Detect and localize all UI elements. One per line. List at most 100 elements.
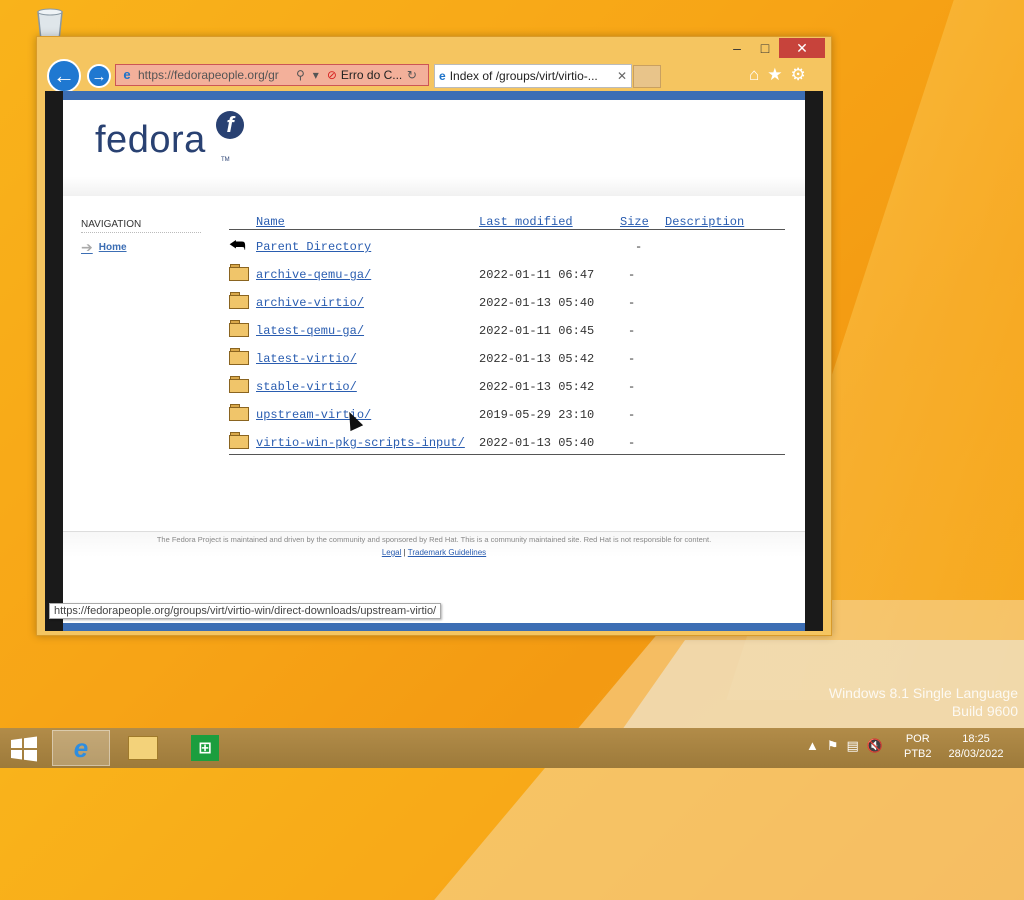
minimize-button[interactable]: – xyxy=(723,38,751,58)
table-row: archive-virtio/ 2022-01-13 05:40 - xyxy=(229,286,785,314)
address-bar[interactable]: e https://fedorapeople.org/gr ⚲ ▾ ⊘ Erro… xyxy=(115,64,429,86)
fedora-logo-icon: f xyxy=(216,111,244,139)
sort-by-description-link[interactable]: Description xyxy=(665,215,744,229)
ie-page-icon: e xyxy=(123,67,131,82)
folder-icon xyxy=(229,404,249,421)
fedora-logo[interactable]: fedora xyxy=(95,119,206,162)
browser-viewport: fedora f TM NAVIGATION ➔ Home Name Last … xyxy=(45,91,823,631)
tab-directory-index[interactable]: e Index of /groups/virt/virtio-... ✕ xyxy=(434,64,632,88)
chevron-down-icon[interactable]: ▾ xyxy=(313,68,319,82)
sort-by-size-link[interactable]: Size xyxy=(620,215,649,229)
table-row: stable-virtio/ 2022-01-13 05:42 - xyxy=(229,370,785,398)
watermark-build: Build 9600 xyxy=(951,703,1018,719)
modified-cell: 2019-05-29 23:10 xyxy=(479,408,595,422)
show-hidden-icons-icon[interactable]: ▲ xyxy=(806,738,819,754)
legal-link[interactable]: Legal xyxy=(382,548,402,557)
keyboard-layout: PTB2 xyxy=(904,748,932,760)
footer-text: The Fedora Project is maintained and dri… xyxy=(156,535,712,544)
address-url[interactable]: https://fedorapeople.org/gr xyxy=(138,68,292,82)
directory-listing: Name Last modified Size Description ⮪ Pa… xyxy=(229,211,785,455)
modified-cell: 2022-01-13 05:40 xyxy=(479,436,595,450)
windows-logo-icon xyxy=(11,736,37,762)
listing-header: Name Last modified Size Description xyxy=(229,211,785,230)
taskbar-store[interactable]: ⊞ xyxy=(176,730,234,766)
error-tab-label[interactable]: Erro do C... xyxy=(341,68,403,82)
table-row: archive-qemu-ga/ 2022-01-11 06:47 - xyxy=(229,258,785,286)
arrow-right-icon: ➔ xyxy=(81,239,93,255)
volume-muted-icon[interactable]: 🔇 xyxy=(867,738,883,754)
clock[interactable]: 18:25 28/03/2022 xyxy=(946,732,1006,762)
parent-directory-link[interactable]: Parent Directory xyxy=(256,240,371,254)
gear-icon[interactable]: ⚙ xyxy=(791,65,806,85)
nav-home-label[interactable]: Home xyxy=(99,242,127,253)
clock-time: 18:25 xyxy=(962,733,990,745)
listing-divider xyxy=(229,454,785,455)
size-cell: - xyxy=(628,408,636,422)
favorites-star-icon[interactable]: ★ xyxy=(767,65,782,85)
entry-link[interactable]: virtio-win-pkg-scripts-input/ xyxy=(256,436,465,450)
search-icon[interactable]: ⚲ xyxy=(296,68,305,82)
web-page: fedora f TM NAVIGATION ➔ Home Name Last … xyxy=(63,91,805,631)
maximize-button[interactable]: □ xyxy=(751,38,779,58)
clock-date: 28/03/2022 xyxy=(948,748,1004,760)
close-button[interactable]: ✕ xyxy=(779,38,825,58)
watermark-edition: Windows 8.1 Single Language xyxy=(828,685,1018,701)
ie-page-icon: e xyxy=(439,69,446,83)
close-tab-icon[interactable]: ✕ xyxy=(617,69,627,83)
browser-window: – □ ✕ ← → e https://fedorapeople.org/gr … xyxy=(36,36,832,636)
size-cell: - xyxy=(635,240,643,254)
nav-home-link[interactable]: ➔ Home xyxy=(81,239,201,256)
taskbar-file-explorer[interactable] xyxy=(114,730,172,766)
modified-cell: 2022-01-11 06:45 xyxy=(479,324,595,338)
sort-by-name-link[interactable]: Name xyxy=(256,215,285,229)
entry-link[interactable]: stable-virtio/ xyxy=(256,380,357,394)
forward-button[interactable]: → xyxy=(87,64,111,88)
modified-cell: 2022-01-13 05:40 xyxy=(479,296,595,310)
error-icon: ⊘ xyxy=(326,68,337,82)
taskbar: e ⊞ ▲ ⚑ ▤ 🔇 POR PTB2 18:25 28/03/2022 xyxy=(0,728,1024,768)
size-cell: - xyxy=(628,268,636,282)
folder-icon xyxy=(229,432,249,449)
home-icon[interactable]: ⌂ xyxy=(749,65,759,85)
folder-icon xyxy=(229,292,249,309)
table-row: upstream-virtio/ 2019-05-29 23:10 - xyxy=(229,398,785,426)
tab-title: Index of /groups/virt/virtio-... xyxy=(449,69,598,83)
system-tray: ▲ ⚑ ▤ 🔇 xyxy=(806,738,883,754)
size-cell: - xyxy=(628,352,636,366)
toolbar-icons: ⌂ ★ ⚙ xyxy=(749,65,806,85)
internet-explorer-icon: e xyxy=(73,732,89,763)
entry-link[interactable]: latest-virtio/ xyxy=(256,352,357,366)
entry-link[interactable]: archive-qemu-ga/ xyxy=(256,268,371,282)
new-tab-button[interactable] xyxy=(633,65,661,88)
back-button[interactable]: ← xyxy=(47,59,81,93)
file-explorer-icon xyxy=(128,736,158,760)
page-footer: The Fedora Project is maintained and dri… xyxy=(63,531,805,557)
action-center-flag-icon[interactable]: ⚑ xyxy=(827,738,839,754)
size-cell: - xyxy=(628,436,636,450)
entry-link[interactable]: archive-virtio/ xyxy=(256,296,364,310)
entry-link[interactable]: latest-qemu-ga/ xyxy=(256,324,364,338)
modified-cell: 2022-01-13 05:42 xyxy=(479,380,595,394)
arrow-right-icon: → xyxy=(91,67,107,85)
start-button[interactable] xyxy=(10,736,38,762)
sort-by-modified-link[interactable]: Last modified xyxy=(479,215,573,229)
trademark-guidelines-link[interactable]: Trademark Guidelines xyxy=(408,548,486,557)
footer-links: Legal | Trademark Guidelines xyxy=(63,548,805,557)
parent-directory-row: ⮪ Parent Directory - xyxy=(229,230,785,258)
window-controls: – □ ✕ xyxy=(723,38,825,58)
size-cell: - xyxy=(628,296,636,310)
folder-icon xyxy=(229,376,249,393)
refresh-icon[interactable]: ↻ xyxy=(407,68,417,82)
table-row: latest-virtio/ 2022-01-13 05:42 - xyxy=(229,342,785,370)
network-icon[interactable]: ▤ xyxy=(847,738,859,754)
table-row: latest-qemu-ga/ 2022-01-11 06:45 - xyxy=(229,314,785,342)
table-row: virtio-win-pkg-scripts-input/ 2022-01-13… xyxy=(229,426,785,454)
language-code: POR xyxy=(905,733,930,745)
input-language[interactable]: POR PTB2 xyxy=(904,732,932,762)
modified-cell: 2022-01-11 06:47 xyxy=(479,268,595,282)
footer-separator: | xyxy=(403,548,406,557)
folder-icon xyxy=(229,264,249,281)
back-arrow-icon: ⮪ xyxy=(229,237,246,257)
taskbar-internet-explorer[interactable]: e xyxy=(52,730,110,766)
size-cell: - xyxy=(628,380,636,394)
